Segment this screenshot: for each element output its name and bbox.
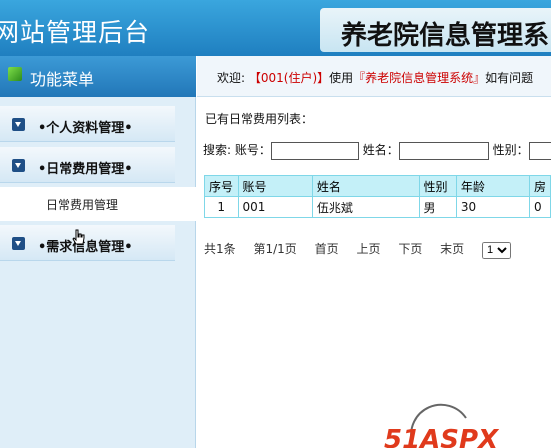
col-header: 序号 <box>204 175 239 197</box>
hand-cursor-icon <box>72 229 85 245</box>
search-bar: 搜索: 账号： 姓名： 性别： <box>203 141 551 160</box>
main-content: 已有日常费用列表： 搜索: 账号： 姓名： 性别： 序号 账号 姓名 性别 年龄… <box>197 98 551 448</box>
last-page-link[interactable]: 末页 <box>440 242 464 256</box>
next-page-link[interactable]: 下页 <box>398 242 422 256</box>
table-cell: 伍兆斌 <box>311 196 420 218</box>
page-indicator: 第1/1页 <box>253 242 297 256</box>
table-cell: 30 <box>455 196 530 218</box>
expand-icon <box>12 159 25 172</box>
sidebar-group-profile[interactable]: •个人资料管理• <box>0 106 175 142</box>
name-input[interactable] <box>398 141 489 160</box>
col-header: 年龄 <box>455 175 530 197</box>
sidebar-group-expenses[interactable]: •日常费用管理• <box>0 147 175 183</box>
col-header: 房 <box>528 175 551 197</box>
gender-input[interactable] <box>528 141 551 160</box>
account-input[interactable] <box>270 141 359 160</box>
table-header-row: 序号 账号 姓名 性别 年龄 房 <box>204 175 551 197</box>
current-user: 【001(住户)】 <box>248 71 330 85</box>
prev-page-link[interactable]: 上页 <box>356 242 380 256</box>
watermark-logo-icon: 51ASPX <box>384 403 500 448</box>
search-label: 搜索: <box>203 143 232 157</box>
pagination: 共1条 第1/1页 首页 上页 下页 末页 1 <box>204 240 511 259</box>
first-page-link[interactable]: 首页 <box>315 242 339 256</box>
menu-header: 功能菜单 <box>0 56 196 97</box>
system-title: 养老院信息管理系 <box>341 21 550 51</box>
sidebar-group-label: •日常费用管理• <box>38 162 133 177</box>
table-cell: 0 <box>528 196 551 218</box>
page-select[interactable]: 1 <box>482 241 511 259</box>
account-label: 账号： <box>234 143 271 157</box>
welcome-bar: 欢迎: 【001(住户)】使用『养老院信息管理系统』如有问题 <box>197 56 551 97</box>
table-cell: 男 <box>418 196 457 218</box>
col-header: 性别 <box>418 175 457 197</box>
sidebar-group-demands[interactable]: •需求信息管理• <box>0 225 175 261</box>
table-row: 1 001 伍兆斌 男 30 0 <box>204 196 551 218</box>
welcome-text: 欢迎: 【001(住户)】使用『养老院信息管理系统』如有问题 <box>217 71 534 85</box>
col-header: 姓名 <box>311 175 420 197</box>
sidebar-group-label: •个人资料管理• <box>38 121 133 136</box>
menu-title: 功能菜单 <box>30 70 95 89</box>
svg-text:51ASPX: 51ASPX <box>384 425 500 448</box>
cube-icon <box>8 67 22 81</box>
table-cell: 001 <box>237 196 313 218</box>
expense-table: 序号 账号 姓名 性别 年龄 房 1 001 伍兆斌 男 30 0 <box>204 175 551 218</box>
col-header: 账号 <box>237 175 313 197</box>
list-title: 已有日常费用列表： <box>205 112 314 126</box>
expand-icon <box>12 118 25 131</box>
sidebar: 功能菜单 •个人资料管理• •日常费用管理• 日常费用管理 •需求信息管理• <box>0 56 196 448</box>
header-bar: 网站管理后台 养老院信息管理系 <box>0 0 551 56</box>
sidebar-item-daily-expenses[interactable]: 日常费用管理 <box>0 187 196 221</box>
total-count: 共1条 <box>204 242 236 256</box>
table-cell: 1 <box>204 196 239 218</box>
expand-icon <box>12 237 25 250</box>
name-label: 姓名： <box>362 143 399 157</box>
site-title: 网站管理后台 <box>0 18 151 47</box>
system-name: 『养老院信息管理系统』 <box>353 71 486 85</box>
sidebar-item-label: 日常费用管理 <box>46 198 119 212</box>
gender-label: 性别： <box>492 143 529 157</box>
